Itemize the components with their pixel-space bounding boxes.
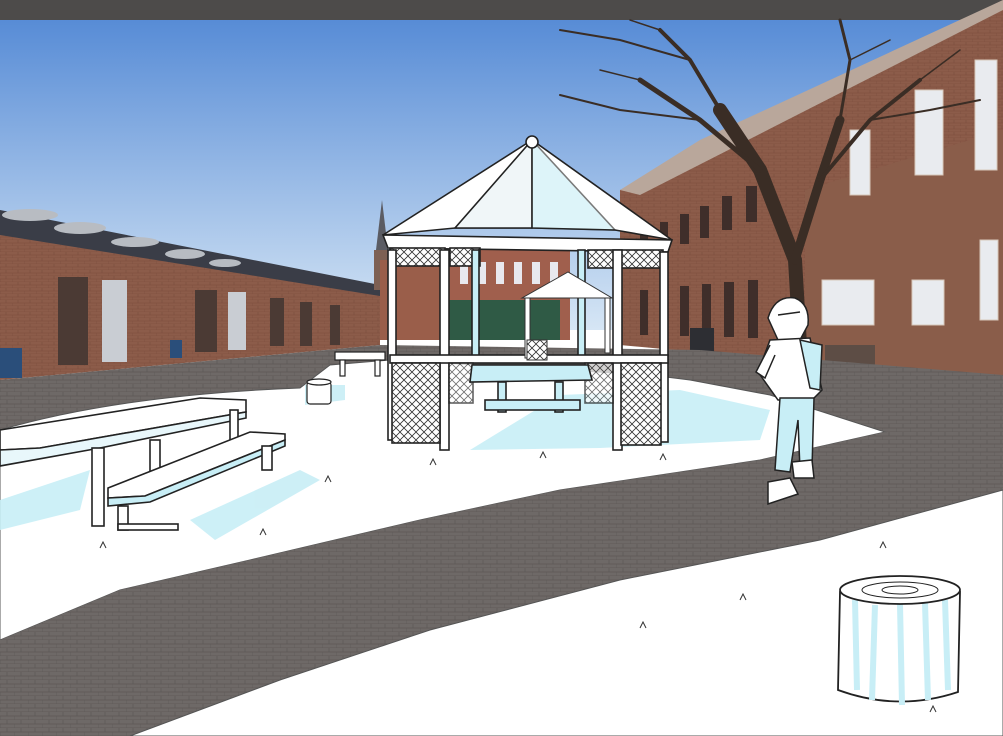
illustrated-courtyard-scene: [0, 0, 1003, 736]
tree-stump: [837, 575, 961, 706]
top-overhang: [0, 0, 1003, 20]
small-stump: [306, 378, 332, 405]
